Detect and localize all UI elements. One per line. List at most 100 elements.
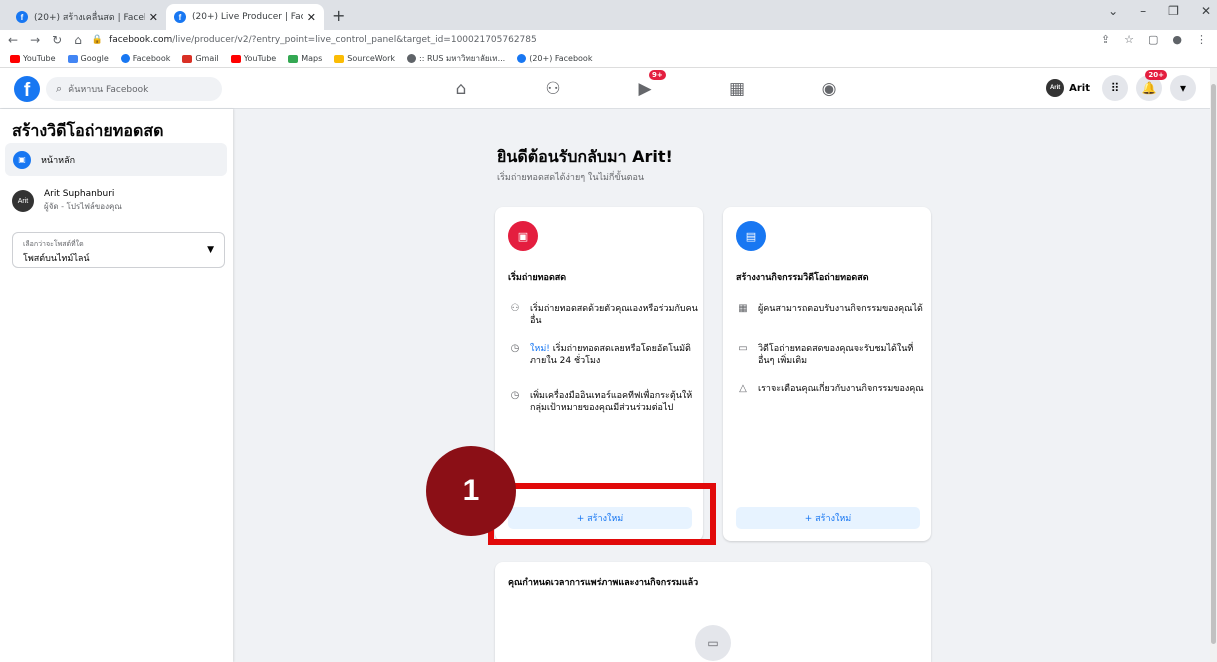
user-role: ผู้จัด - โปรไฟล์ของคุณ (44, 202, 122, 211)
feature-item: ▭ วิดีโอถ่ายทอดสดของคุณจะรับชมได้ในที่อื… (736, 343, 926, 367)
clock-icon: ◷ (510, 390, 520, 401)
avatar: Arit (12, 190, 34, 212)
facebook-favicon-icon: f (174, 11, 186, 23)
notifications-icon[interactable]: 🔔 20+ (1136, 70, 1167, 101)
bookmark-facebook[interactable]: Facebook (120, 54, 170, 63)
browser-nav: ← → ↻ ⌂ (8, 33, 82, 47)
sidebar-item-home[interactable]: ▣ หน้าหลัก (5, 143, 227, 176)
live-camera-icon: ▣ (508, 221, 538, 251)
select-value: โพสต์บนไทม์ไลน์ (23, 254, 90, 264)
bookmark-sourcework[interactable]: SourceWork (334, 54, 395, 63)
feature-item: ▦ ผู้คนสามารถตอบรับงานกิจกรรมของคุณได้ (736, 303, 926, 315)
sidebar-title: สร้างวิดีโอถ่ายทอดสด (12, 121, 164, 140)
browser-tab-strip: f (20+) สร้างเคลื่นสด | Facebook ✕ f (20… (0, 0, 1217, 30)
profile-button[interactable]: Arit Arit (1046, 79, 1090, 97)
folder-icon (334, 54, 345, 63)
notification-badge: 20+ (1145, 70, 1167, 80)
close-tab-icon[interactable]: ✕ (307, 11, 316, 24)
feature-item: ◷ เพิ่มเครื่องมืออินเทอร์แอคทีฟเพื่อกระต… (508, 390, 698, 414)
youtube-icon (230, 54, 241, 63)
google-icon (67, 54, 78, 63)
facebook-top-nav: f ⌕ ค้นหาบน Facebook ⌂ ⚇ ▶ 9+ ▦ ◉ Arit Ar… (0, 68, 1210, 109)
bookmark-facebook-2[interactable]: (20+) Facebook (517, 54, 592, 63)
share-icon[interactable]: ⇪ (1101, 33, 1110, 46)
browser-tab-1[interactable]: f (20+) สร้างเคลื่นสด | Facebook ✕ (8, 4, 166, 30)
bookmark-google[interactable]: Google (67, 54, 109, 63)
forward-icon[interactable]: → (30, 33, 40, 47)
new-label: ใหม่! (530, 344, 550, 354)
scheduled-card: คุณกำหนดเวลาการแพร่ภาพและงานกิจกรรมแล้ว … (495, 562, 931, 662)
scrollbar-thumb[interactable] (1211, 84, 1216, 644)
window-controls: ⌄ – ❐ ✕ (1108, 4, 1211, 18)
address-bar: ← → ↻ ⌂ 🔒 facebook.com /live/producer/v2… (0, 30, 1217, 50)
url-domain: facebook.com (109, 35, 173, 45)
address-bar-actions: ⇪ ☆ ▢ ● ⋮ (1101, 33, 1207, 46)
search-placeholder: ค้นหาบน Facebook (68, 85, 149, 95)
maximize-icon[interactable]: ❐ (1168, 4, 1179, 18)
bookmark-youtube-2[interactable]: YouTube (230, 54, 276, 63)
url-field[interactable]: 🔒 facebook.com /live/producer/v2/?entry_… (92, 35, 537, 45)
calendar-icon: ▤ (736, 221, 766, 251)
back-icon[interactable]: ← (8, 33, 18, 47)
nav-video-icon[interactable]: ▶ 9+ (599, 68, 691, 109)
profile-icon[interactable]: ● (1172, 33, 1182, 46)
bookmark-rus[interactable]: :: RUS มหาวิทยาลัยเท... (407, 52, 505, 65)
search-input[interactable]: ⌕ ค้นหาบน Facebook (46, 77, 222, 101)
live-camera-icon: ▣ (13, 150, 31, 169)
tab-title: (20+) สร้างเคลื่นสด | Facebook (34, 13, 145, 23)
facebook-favicon-icon: f (16, 11, 28, 23)
new-tab-button[interactable]: + (332, 6, 345, 25)
browser-tab-2[interactable]: f (20+) Live Producer | Facebook ✕ (166, 4, 324, 30)
caret-down-icon: ▼ (207, 245, 214, 255)
minimize-icon[interactable]: – (1140, 4, 1146, 18)
nav-marketplace-icon[interactable]: ▦ (691, 68, 783, 109)
menu-grid-icon[interactable]: ⠿ (1102, 75, 1128, 101)
tab-title: (20+) Live Producer | Facebook (192, 12, 303, 22)
feature-item: △ เราจะเตือนคุณเกี่ยวกับงานกิจกรรมของคุณ (736, 383, 926, 395)
sidebar-item-label: หน้าหลัก (41, 155, 76, 166)
url-path: /live/producer/v2/?entry_point=live_cont… (172, 35, 537, 45)
nav-icons: ⌂ ⚇ ▶ 9+ ▦ ◉ (415, 68, 875, 109)
page-scrollbar[interactable] (1210, 68, 1217, 662)
tab-search-icon[interactable]: ⌄ (1108, 4, 1118, 18)
account-dropdown-icon[interactable]: ▾ (1170, 75, 1196, 101)
live-event-card: ▤ สร้างงานกิจกรรมวิดีโอถ่ายทอดสด ▦ ผู้คน… (723, 207, 931, 541)
bookmark-star-icon[interactable]: ☆ (1124, 33, 1134, 46)
nav-home-icon[interactable]: ⌂ (415, 68, 507, 109)
home-icon[interactable]: ⌂ (74, 33, 82, 47)
card-title: สร้างงานกิจกรรมวิดีโอถ่ายทอดสด (736, 273, 869, 283)
facebook-logo-icon[interactable]: f (14, 76, 40, 102)
facebook-icon (120, 54, 130, 63)
bookmark-maps[interactable]: Maps (288, 54, 322, 63)
close-tab-icon[interactable]: ✕ (149, 11, 158, 24)
video-stack-icon: ▭ (738, 343, 748, 354)
card-title: เริ่มถ่ายทอดสด (508, 273, 567, 283)
feature-item: ◷ ใหม่! เริ่มถ่ายทอดสดเลยหรือโดยอัตโนมัต… (508, 343, 698, 367)
avatar: Arit (1046, 79, 1065, 97)
search-icon: ⌕ (56, 82, 63, 95)
nav-friends-icon[interactable]: ⚇ (507, 68, 599, 109)
create-event-button[interactable]: + สร้างใหม่ (736, 507, 920, 529)
table-icon: ▦ (738, 303, 748, 314)
reload-icon[interactable]: ↻ (52, 33, 62, 47)
page-title: ยินดีต้อนรับกลับมา Arit! (497, 147, 673, 166)
youtube-icon (10, 54, 20, 63)
annotation-step-number: 1 (426, 446, 516, 536)
maps-icon (288, 54, 299, 63)
bookmark-youtube[interactable]: YouTube (10, 54, 56, 63)
close-window-icon[interactable]: ✕ (1201, 4, 1211, 18)
post-destination-select[interactable]: เลือกว่าจะโพสต์ที่ใด โพสต์บนไทม์ไลน์ ▼ (12, 232, 225, 268)
nav-groups-icon[interactable]: ◉ (783, 68, 875, 109)
sidebar: สร้างวิดีโอถ่ายทอดสด ▣ หน้าหลัก Arit Ari… (0, 109, 233, 662)
card-title: คุณกำหนดเวลาการแพร่ภาพและงานกิจกรรมแล้ว (508, 578, 699, 588)
video-camera-icon: ▭ (695, 625, 731, 661)
bookmark-gmail[interactable]: Gmail (182, 54, 219, 63)
side-panel-icon[interactable]: ▢ (1148, 33, 1158, 46)
sidebar-user[interactable]: Arit Arit Suphanburi ผู้จัด - โปรไฟล์ของ… (12, 189, 122, 213)
lock-icon: 🔒 (91, 35, 104, 45)
menu-icon[interactable]: ⋮ (1196, 33, 1207, 46)
page-subtitle: เริ่มถ่ายทอดสดได้ง่ายๆ ในไม่กี่ขั้นตอน (497, 173, 645, 183)
people-icon: ⚇ (510, 303, 520, 314)
bell-icon: △ (739, 383, 747, 394)
facebook-icon (517, 54, 527, 63)
